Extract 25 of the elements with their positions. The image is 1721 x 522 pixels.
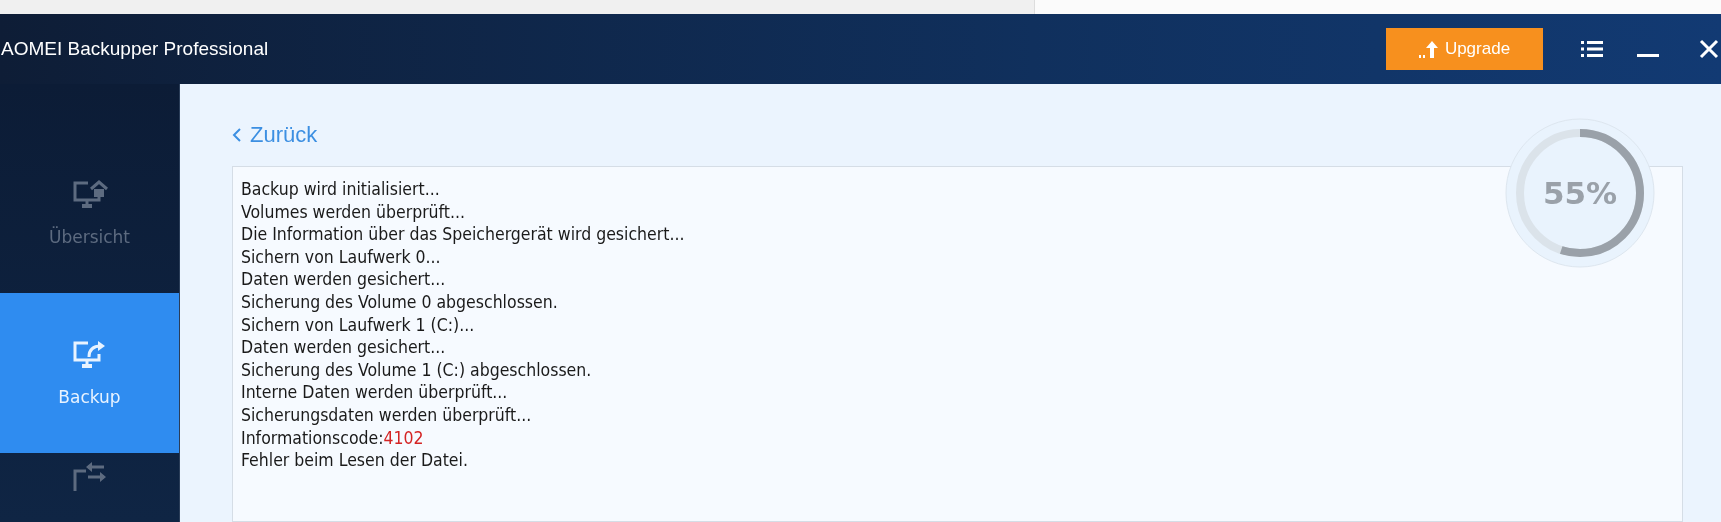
log-line: Sicherung des Volume 1 (C:) abgeschlossen. [241, 358, 592, 382]
log-line: Die Information über das Speichergerät wird gesichert... [241, 223, 685, 246]
menu-icon[interactable] [1581, 41, 1603, 57]
log-line: Volumes werden überprüft... [241, 200, 465, 224]
log-line: Backup wird initialisiert... [241, 178, 440, 201]
back-link[interactable]: Zurück [232, 122, 318, 148]
upload-arrow-icon [1418, 40, 1439, 58]
transfer-icon [71, 461, 108, 493]
log-line: Daten werden gesichert... [241, 336, 446, 359]
chevron-left-icon [232, 128, 242, 142]
window-title: AOMEI Backupper Professional [1, 38, 270, 60]
log-line: Interne Daten werden überprüft... [241, 381, 508, 404]
log-line: Sichern von Laufwerk 1 (C:)... [241, 313, 475, 337]
log-line: Daten werden gesichert... [241, 268, 446, 291]
monitor-home-icon [71, 179, 108, 211]
log-line: Sichern von Laufwerk 0... [241, 245, 441, 269]
log-line: Fehler beim Lesen der Datei. [241, 449, 468, 472]
close-icon[interactable] [1699, 39, 1719, 59]
log-line: Informationscode:4102 [241, 426, 424, 450]
log-line: Sicherung des Volume 0 abgeschlossen. [241, 290, 558, 314]
upgrade-button[interactable]: Upgrade [1386, 28, 1543, 70]
log-line: Sicherungsdaten werden überprüft... [241, 403, 532, 427]
progress-percent: 55% [1542, 175, 1618, 211]
sidebar-item[interactable]: Backup [0, 293, 179, 453]
sidebar-item[interactable]: Übersicht [0, 133, 179, 293]
